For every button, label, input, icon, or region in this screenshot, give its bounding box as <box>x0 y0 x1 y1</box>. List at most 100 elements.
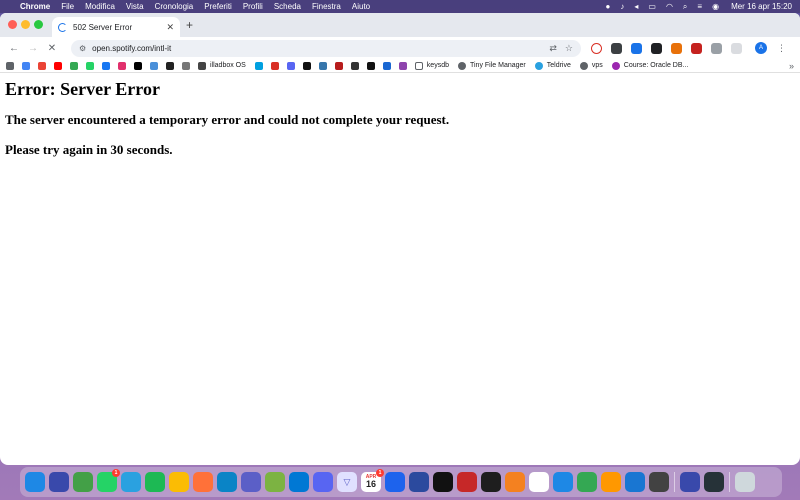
purple-bookmark-icon[interactable] <box>398 61 407 70</box>
bookmark-course-oracle[interactable]: Course: Oracle DB... <box>611 61 688 70</box>
notes-icon[interactable] <box>529 472 549 492</box>
terminal-icon[interactable] <box>481 472 501 492</box>
shield-extension-icon[interactable] <box>691 42 702 54</box>
whatsapp-dock-icon[interactable]: 1 <box>97 469 120 492</box>
amazon-icon[interactable] <box>166 61 174 70</box>
play-extension-icon[interactable] <box>711 42 722 54</box>
firefox-icon[interactable] <box>193 472 213 492</box>
downloads-stack-icon[interactable] <box>680 472 700 492</box>
vscode-icon[interactable] <box>289 472 309 492</box>
menu-vista[interactable]: Vista <box>126 2 144 11</box>
block-extension-icon[interactable] <box>591 42 602 54</box>
music-app-icon[interactable] <box>457 472 477 492</box>
bookmarks-overflow-icon[interactable]: » <box>789 61 794 71</box>
puzzle-icon[interactable] <box>731 42 742 54</box>
menu-preferiti[interactable]: Preferiti <box>204 2 232 11</box>
discord-icon[interactable] <box>286 61 295 70</box>
address-url[interactable]: open.spotify.com/intl-it <box>92 44 541 53</box>
glasses-extension-icon[interactable] <box>611 42 622 54</box>
vpn-icon[interactable]: ▽ <box>337 472 357 492</box>
spotlight-icon[interactable]: ⌕ <box>683 2 687 12</box>
stop-loading-button[interactable]: ✕ <box>44 43 60 54</box>
maps-icon[interactable] <box>73 472 93 492</box>
apps-grid-icon[interactable] <box>6 61 14 70</box>
menu-kebab-icon[interactable]: ⋮ <box>777 43 786 54</box>
bookmark-tiny-file-manager[interactable]: Tiny File Manager <box>457 61 526 70</box>
battery-icon[interactable]: ▭ <box>648 2 656 11</box>
tab-close-icon[interactable]: ✕ <box>166 22 174 33</box>
mic-icon[interactable]: ♪ <box>620 2 624 11</box>
back-button[interactable]: ← <box>6 43 22 54</box>
pages-icon[interactable] <box>601 472 621 492</box>
bookmark-keysdb[interactable]: keysdb <box>414 61 449 70</box>
translate-icon[interactable]: ⇄ <box>549 43 557 54</box>
menu-finestra[interactable]: Finestra <box>312 2 341 11</box>
wifi-icon[interactable]: ◠ <box>666 2 673 11</box>
menu-file[interactable]: File <box>61 2 74 11</box>
discord-dock-icon[interactable] <box>313 472 333 492</box>
menubar-clock[interactable]: Mer 16 apr 15:20 <box>731 2 792 11</box>
youtube-icon[interactable] <box>54 61 62 70</box>
translate-extension-icon[interactable] <box>631 42 642 54</box>
menu-aiuto[interactable]: Aiuto <box>352 2 370 11</box>
black-bookmark-icon[interactable] <box>366 61 375 70</box>
recent-app-icon[interactable] <box>704 472 724 492</box>
cookie-extension-icon[interactable] <box>671 42 682 54</box>
teams-icon[interactable] <box>241 472 261 492</box>
site-info-icon[interactable]: ⚙ <box>79 44 86 53</box>
spotify-icon[interactable] <box>145 472 165 492</box>
cloudflare-icon[interactable] <box>505 472 525 492</box>
menu-modifica[interactable]: Modifica <box>85 2 115 11</box>
chrome-dock-icon[interactable] <box>169 472 189 492</box>
blue-bookmark-icon[interactable] <box>382 61 391 70</box>
bookmark-star-icon[interactable]: ☆ <box>565 43 573 54</box>
x-icon[interactable] <box>134 61 142 70</box>
docker-icon[interactable] <box>385 472 405 492</box>
record-icon[interactable]: ● <box>606 2 611 11</box>
close-window-button[interactable] <box>8 20 17 29</box>
dark-extension-icon[interactable] <box>651 42 662 54</box>
numbers-icon[interactable] <box>577 472 597 492</box>
zoom-window-button[interactable] <box>34 20 43 29</box>
forward-button[interactable]: → <box>25 43 41 54</box>
red-bookmark-icon[interactable] <box>270 61 279 70</box>
drive-icon[interactable] <box>70 61 78 70</box>
menu-scheda[interactable]: Scheda <box>274 2 301 11</box>
bookmark-teldrive[interactable]: Teldrive <box>534 61 571 70</box>
facebook-icon[interactable] <box>102 61 110 70</box>
new-tab-button[interactable]: + <box>186 18 193 32</box>
tab-active[interactable]: 502 Server Error ✕ <box>52 17 180 37</box>
menu-profili[interactable]: Profili <box>243 2 263 11</box>
google-icon[interactable] <box>22 61 30 70</box>
virtualbox-icon[interactable] <box>409 472 429 492</box>
system-settings-icon[interactable] <box>649 472 669 492</box>
bookmark-illadbox[interactable]: illadbox OS <box>198 61 246 70</box>
mute-icon[interactable]: ◂ <box>634 2 638 11</box>
finder-icon[interactable] <box>25 472 45 492</box>
chatgpt-icon[interactable] <box>150 61 158 70</box>
launchpad-icon[interactable] <box>49 472 69 492</box>
keynote-icon[interactable] <box>553 472 573 492</box>
chatgpt-dock-icon[interactable] <box>433 472 453 492</box>
instagram-icon[interactable] <box>118 61 126 70</box>
menu-chrome[interactable]: Chrome <box>20 2 50 11</box>
menu-cronologia[interactable]: Cronologia <box>155 2 194 11</box>
bookmark-vps[interactable]: vps <box>579 61 603 70</box>
control-center-icon[interactable]: ≡ <box>697 2 702 11</box>
puzzle-bookmark-icon[interactable] <box>350 61 359 70</box>
gmail-icon[interactable] <box>38 61 46 70</box>
signal-icon[interactable] <box>254 61 263 70</box>
app-store-icon[interactable] <box>625 472 645 492</box>
address-bar[interactable]: ⚙ open.spotify.com/intl-it ⇄ ☆ <box>71 39 581 57</box>
sublime-icon[interactable] <box>265 472 285 492</box>
star-bookmark-icon[interactable] <box>182 61 190 70</box>
calendar-icon[interactable]: APR 16 1 <box>361 469 384 492</box>
python-icon[interactable] <box>318 61 327 70</box>
whatsapp-icon[interactable] <box>86 61 94 70</box>
telegram-icon[interactable] <box>121 472 141 492</box>
siri-icon[interactable]: ◉ <box>712 2 719 11</box>
minimize-window-button[interactable] <box>21 20 30 29</box>
r-bookmark-icon[interactable] <box>334 61 343 70</box>
edge-icon[interactable] <box>217 472 237 492</box>
trash-icon[interactable] <box>735 472 755 492</box>
